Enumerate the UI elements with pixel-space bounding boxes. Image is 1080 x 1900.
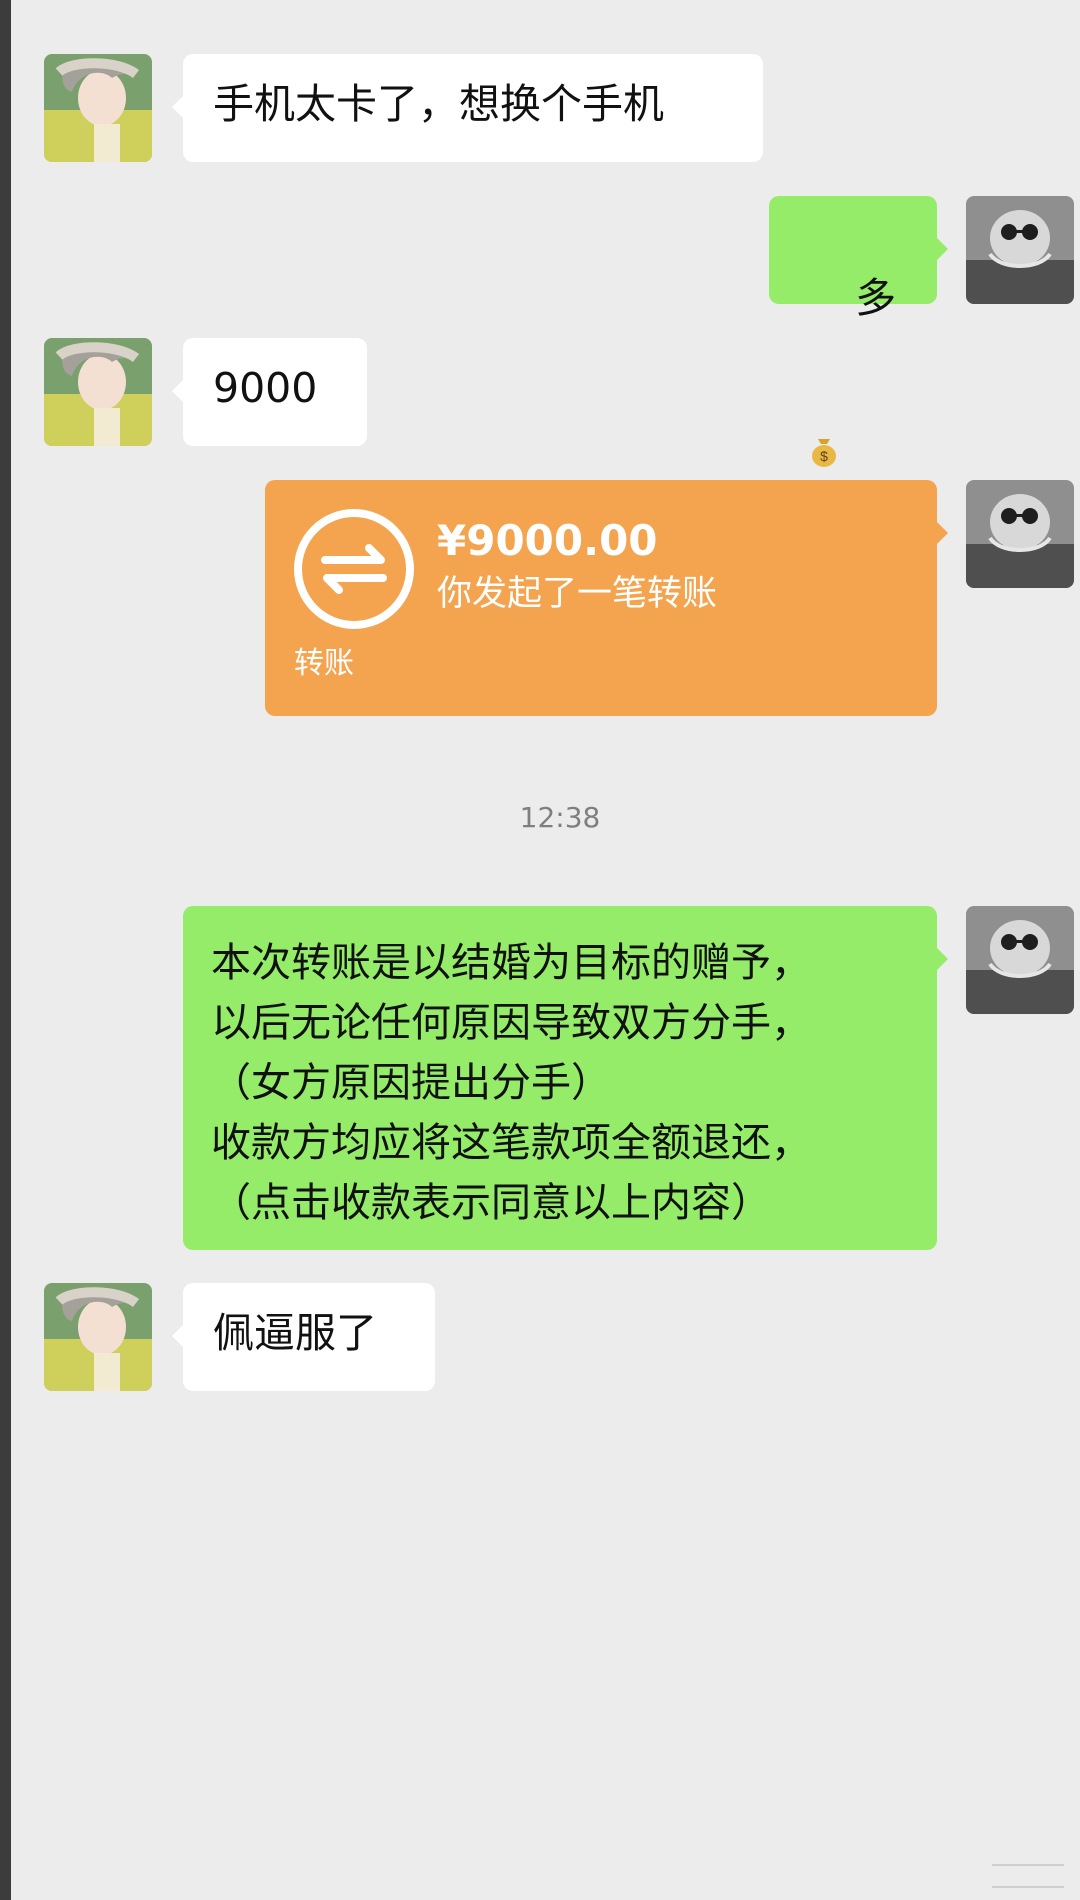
outgoing-message-bubble[interactable]: 多 $ (769, 196, 948, 467)
transfer-amount: ¥9000.00 (437, 516, 658, 565)
female-avatar-icon (44, 338, 152, 446)
chat-timestamp: 12:38 (519, 801, 601, 834)
contact-avatar[interactable] (44, 54, 152, 162)
screen-edge (0, 0, 11, 1900)
message-text: 9000 (213, 364, 318, 412)
user-avatar[interactable] (966, 480, 1074, 588)
female-avatar-icon (44, 54, 152, 162)
transfer-note: 你发起了一笔转账 (437, 574, 718, 614)
user-avatar[interactable] (966, 196, 1074, 304)
message-text: 佩逼服了 (213, 1309, 377, 1357)
female-avatar-icon (44, 1283, 152, 1391)
incoming-message-bubble[interactable]: 9000 (172, 338, 367, 446)
user-avatar[interactable] (966, 906, 1074, 1014)
message-text: 手机太卡了，想换个手机 (213, 80, 664, 128)
sunglasses-avatar-icon (966, 906, 1074, 1014)
contact-avatar[interactable] (44, 1283, 152, 1391)
transfer-icon (294, 509, 414, 629)
message-text: 多 (855, 274, 897, 322)
message-text: 本次转账是以结婚为目标的赠予， 以后无论任何原因导致双方分手， （女方原因提出分… (211, 940, 811, 1226)
incoming-message-bubble[interactable]: 手机太卡了，想换个手机 (172, 54, 763, 162)
svg-text:$: $ (820, 448, 828, 464)
transfer-message-card[interactable]: ¥9000.00 你发起了一笔转账 转账 (265, 480, 948, 716)
outgoing-message-bubble[interactable]: 本次转账是以结婚为目标的赠予， 以后无论任何原因导致双方分手， （女方原因提出分… (183, 906, 948, 1250)
bottom-corner-mark (992, 1864, 1064, 1888)
incoming-message-bubble[interactable]: 佩逼服了 (172, 1283, 435, 1391)
sunglasses-avatar-icon (966, 480, 1074, 588)
transfer-label: 转账 (294, 646, 354, 681)
money-bag-icon: $ (809, 324, 839, 467)
sunglasses-avatar-icon (966, 196, 1074, 304)
contact-avatar[interactable] (44, 338, 152, 446)
